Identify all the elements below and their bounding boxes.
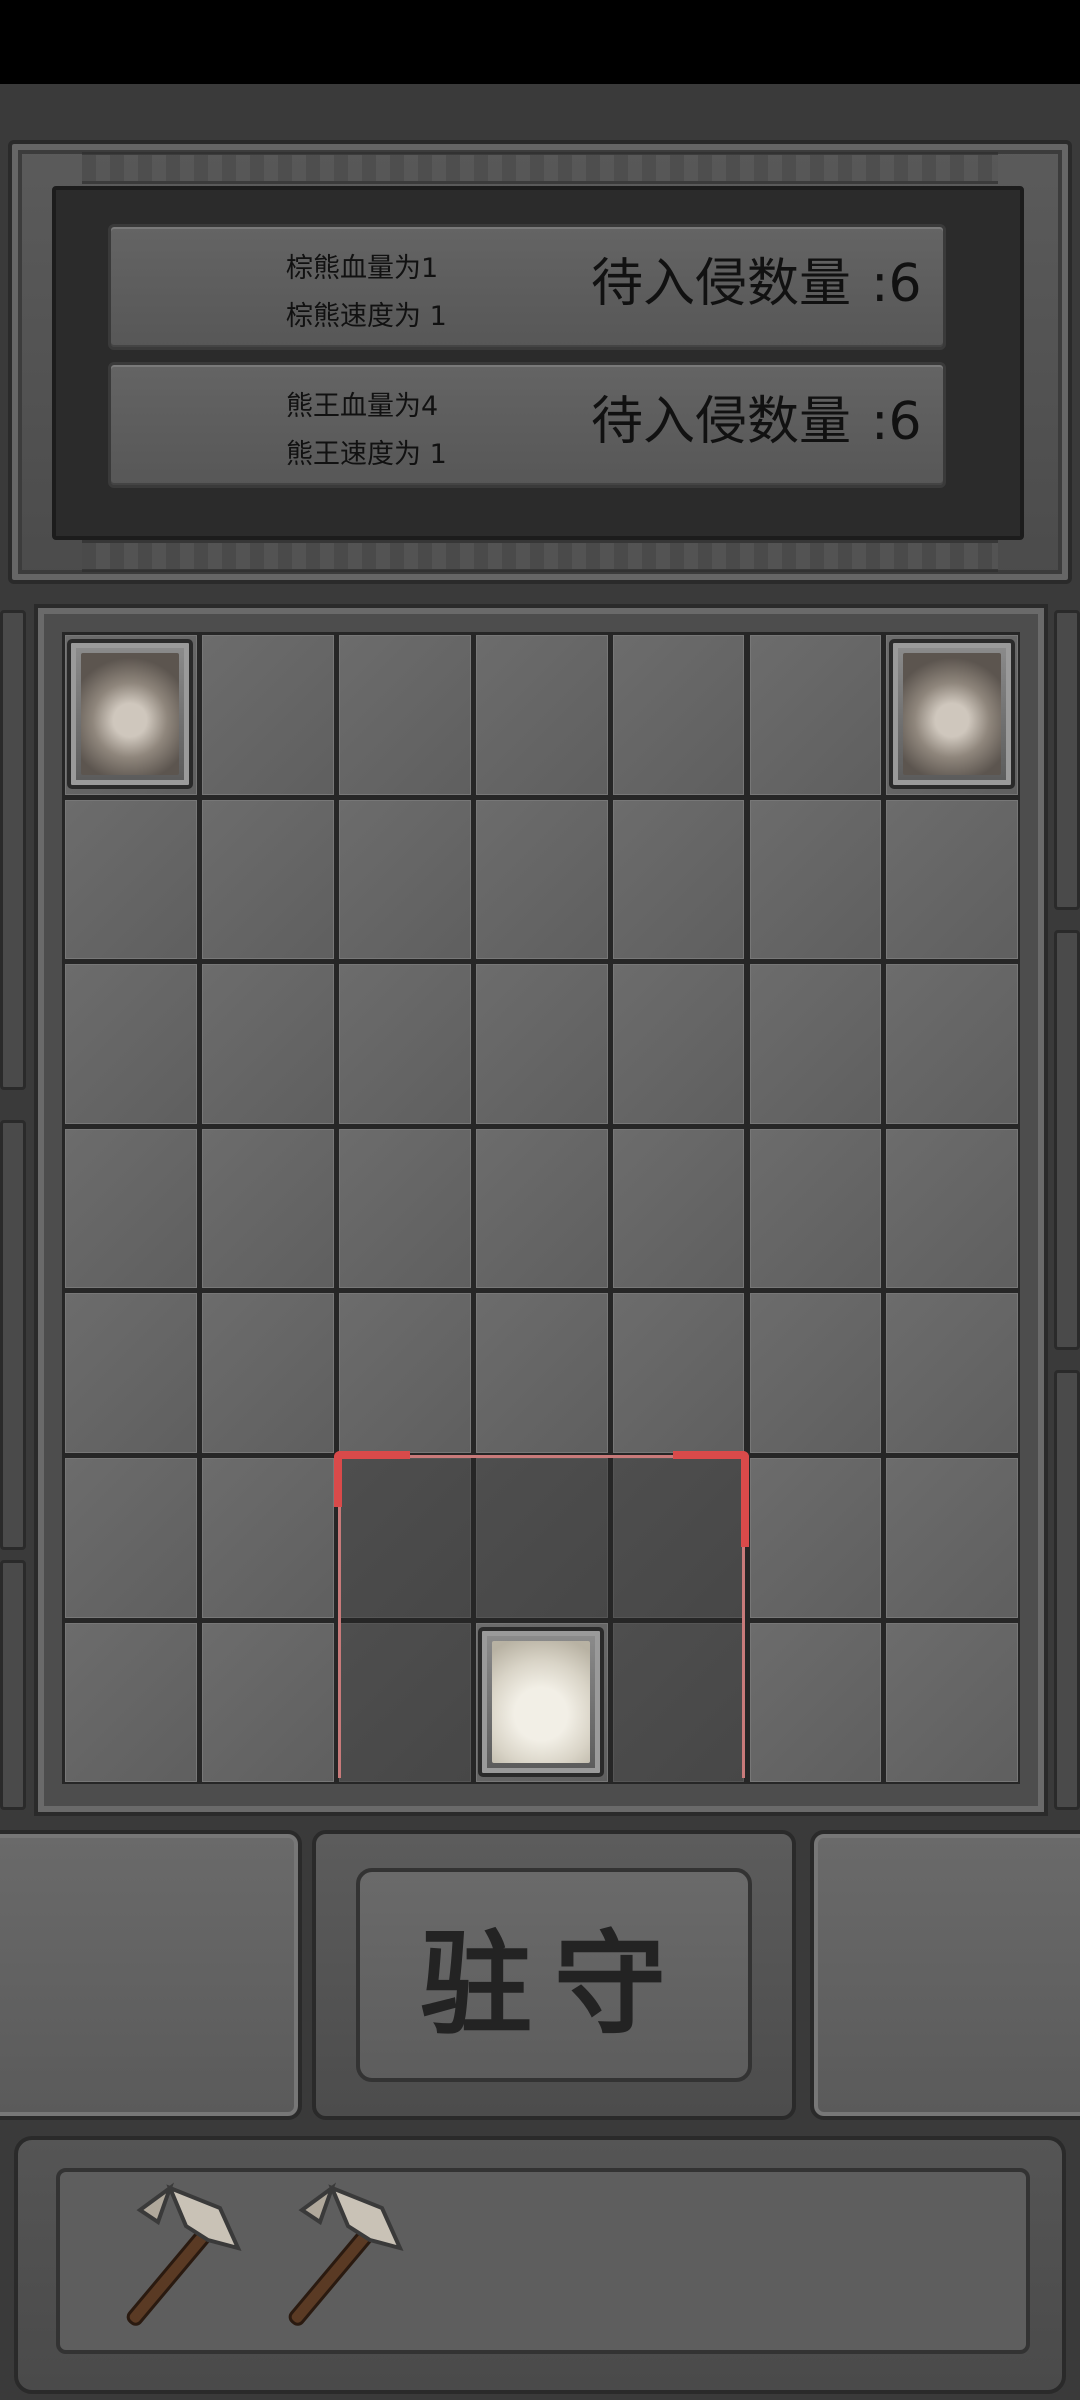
board-cell[interactable] [749,1293,882,1453]
game-board [62,632,1020,1784]
enemy-hp-text: 棕熊血量为1 [286,253,439,284]
board-cell[interactable] [65,1622,197,1783]
board-cell[interactable] [612,1293,745,1453]
pending-invasion-count: :6 [871,392,922,452]
pending-invasion-label: 待入侵数量 [591,254,852,314]
wall-brick [1054,1370,1080,1810]
board-cell[interactable] [612,799,745,960]
board-cell[interactable] [612,1622,745,1783]
board-cell[interactable] [201,964,334,1124]
garrison-button-label: 驻守 [356,1868,752,2082]
board-cell[interactable] [886,1128,1019,1289]
enemy-speed-text: 熊王速度为 1 [286,439,447,470]
wall-brick [0,1560,26,1810]
left-stone-panel [0,1830,302,2120]
board-cell[interactable] [201,635,334,795]
wall-brick [0,610,26,1090]
wall-brick [0,1120,26,1550]
board-cell[interactable] [475,1128,608,1289]
board-cell[interactable] [338,799,471,960]
board-cell[interactable] [886,1622,1019,1783]
wall-brick [1054,930,1080,1350]
board-cell[interactable] [886,1293,1019,1453]
enemy-card-bear-king: 熊王血量为4 熊王速度为 1 待入侵数量 :6 [108,362,946,488]
pending-invasion-label: 待入侵数量 [591,392,852,452]
board-cell[interactable] [338,635,471,795]
enemy-card-brown-bear: 棕熊血量为1 棕熊速度为 1 待入侵数量 :6 [108,224,946,350]
attack-range-corner [672,1451,749,1547]
board-cell[interactable] [65,1128,197,1289]
frame-ornament-top [82,152,998,184]
board-cell[interactable] [201,1293,334,1453]
board-cell[interactable] [749,964,882,1124]
board-cell[interactable] [65,1458,197,1618]
board-cell[interactable] [886,964,1019,1124]
board-cell[interactable] [338,1128,471,1289]
board-cell[interactable] [886,799,1019,960]
status-bar [0,0,1080,84]
board-cell[interactable] [475,1293,608,1453]
axe-icon[interactable] [100,2178,250,2338]
pending-invasion-count: :6 [871,254,922,314]
board-cell[interactable] [612,635,745,795]
frame-ornament-bottom [82,540,998,572]
board-cell[interactable] [749,799,882,960]
attack-range-corner [333,1451,410,1507]
board-cell[interactable] [338,964,471,1124]
right-stone-panel [810,1830,1080,2120]
chef-piece[interactable] [478,1626,605,1777]
enemy-speed-text: 棕熊速度为 1 [286,301,447,332]
wall-brick [1054,610,1080,910]
board-cell[interactable] [612,1128,745,1289]
garrison-button[interactable]: 驻守 [312,1830,796,2120]
board-cell[interactable] [65,799,197,960]
board-cell[interactable] [201,799,334,960]
board-cell[interactable] [475,799,608,960]
board-cell[interactable] [65,964,197,1124]
axe-icon[interactable] [262,2178,412,2338]
chef-portrait-icon [492,1640,591,1763]
board-cell[interactable] [201,1622,334,1783]
bear-icon [902,653,1001,776]
board-cell[interactable] [886,1458,1019,1618]
enemy-hp-text: 熊王血量为4 [286,391,439,422]
board-cell[interactable] [612,964,745,1124]
board-cell[interactable] [201,1128,334,1289]
board-cell[interactable] [749,1458,882,1618]
board-cell[interactable] [475,964,608,1124]
bear-icon [81,653,180,776]
board-cell[interactable] [338,1293,471,1453]
board-cell[interactable] [749,1128,882,1289]
bear-piece[interactable] [67,639,194,790]
board-cell[interactable] [475,1458,608,1618]
board-cell[interactable] [65,1293,197,1453]
board-cell[interactable] [749,635,882,795]
board-cell[interactable] [201,1458,334,1618]
board-cell[interactable] [338,1622,471,1783]
board-cell[interactable] [475,635,608,795]
bear-piece[interactable] [888,639,1015,790]
board-cell[interactable] [749,1622,882,1783]
